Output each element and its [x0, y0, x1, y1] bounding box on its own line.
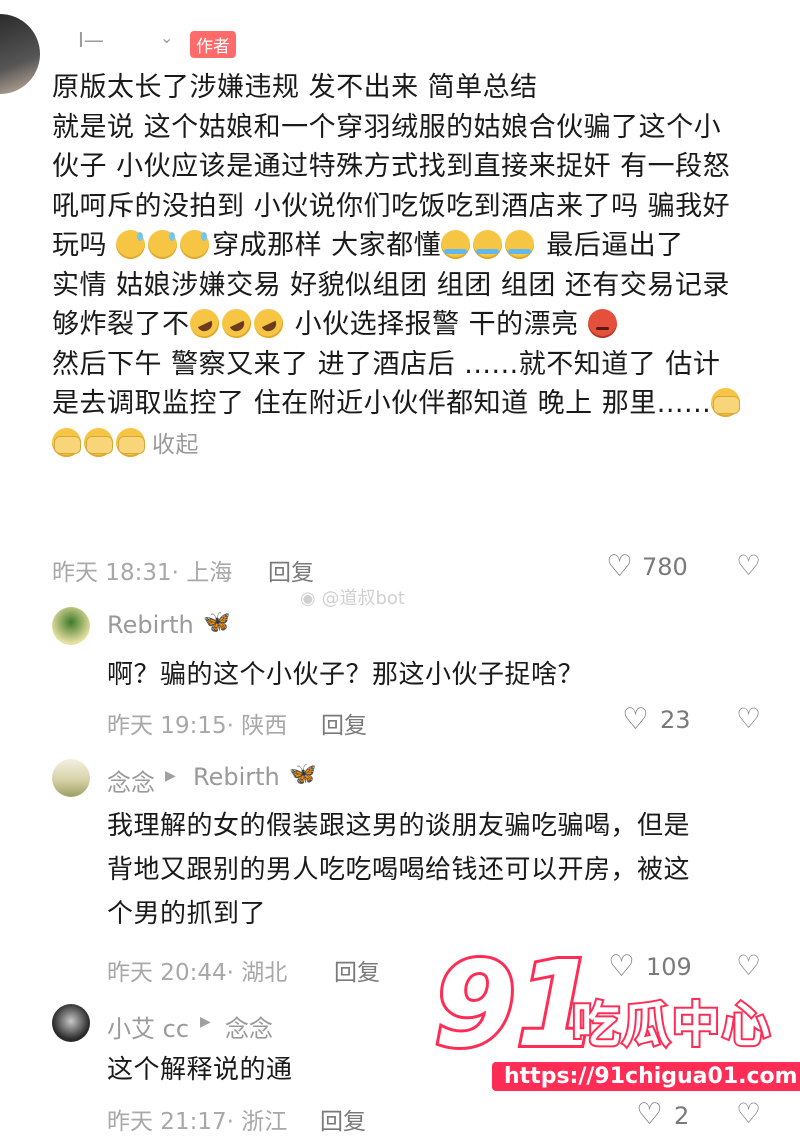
tears-of-joy-emoji-icon [505, 230, 535, 259]
site-logo-watermark: 91 吃瓜中心 https://91chigua01.com [431, 941, 800, 1100]
sweat-smile-emoji-icon [180, 230, 210, 259]
weibo-watermark: ◉ @道叔bot [300, 584, 405, 610]
reply-line: 个男的抓到了 [107, 899, 267, 929]
heart-icon[interactable]: ♡ [622, 702, 649, 737]
comment-line: 原版太长了涉嫌违规 发不出来 简单总结 [52, 72, 538, 103]
reply-line: 啊？骗的这个小伙子？那这小伙子捉啥？ [107, 660, 585, 690]
comment-text: 够炸裂了不 [52, 309, 190, 340]
comment-text: 玩吗 [52, 230, 117, 261]
reply-username[interactable]: 小艾 cc [107, 1009, 189, 1044]
comment-line: 是去调取监控了 住在附近小伙伴都知道 晚上 那里...... [52, 384, 782, 424]
reply-body: 这个解释说的通 [107, 1048, 293, 1092]
tears-of-joy-emoji-icon [473, 230, 503, 259]
comment-line: 够炸裂了不 小伙选择报警 干的漂亮 [52, 304, 782, 345]
face-with-hands-emoji-icon [52, 427, 81, 457]
avatar[interactable] [52, 759, 90, 797]
broken-heart-icon[interactable]: ♡ [736, 702, 761, 735]
reply-time-location: 昨天 20:44· 湖北 [107, 960, 288, 986]
reply-username[interactable]: 念念 [107, 763, 155, 798]
author-badge: 作者 [190, 31, 236, 58]
rofl-emoji-icon [184, 304, 224, 343]
broken-heart-icon[interactable]: ♡ [736, 1097, 761, 1130]
reply-line: 背地又跟别的男人吃吃喝喝给钱还可以开房，被这 [107, 855, 691, 885]
comment-line: 实情 姑娘涉嫌交易 好貌似组团 组团 组团 还有交易记录 [52, 269, 730, 301]
reply-button[interactable]: 回复 [320, 1102, 366, 1136]
author-avatar[interactable] [0, 14, 40, 94]
comment-body: 原版太长了涉嫌违规 发不出来 简单总结 就是说 这个姑娘和一个穿羽绒服的姑娘合伙… [52, 68, 782, 465]
like-count: 2 [674, 1102, 690, 1130]
sweat-smile-emoji-icon [116, 230, 146, 259]
heart-icon[interactable]: ♡ [636, 1097, 663, 1132]
reply-line: 这个解释说的通 [107, 1055, 293, 1085]
reply-button[interactable]: 回复 [334, 953, 380, 987]
author-username[interactable]: I— [78, 28, 104, 52]
reply-to-username[interactable]: 念念 [225, 1009, 273, 1044]
watermark-text: @道叔bot [321, 588, 405, 609]
reply-to-arrow-icon: ▶ [165, 768, 176, 784]
reply-to-username[interactable]: Rebirth [193, 763, 280, 791]
chevron-down-icon[interactable]: ⌄ [160, 28, 173, 47]
comment-text: 最后逼出了 [537, 230, 684, 261]
comment-line: 然后下午 警察又来了 进了酒店后 ......就不知道了 估计 [52, 348, 721, 380]
reply-username[interactable]: Rebirth [107, 611, 194, 639]
comment-line: 就是说 这个姑娘和一个穿羽绒服的姑娘合伙骗了这个小 [52, 111, 722, 143]
weibo-logo-icon: ◉ [300, 588, 316, 609]
angry-emoji-icon [587, 309, 617, 338]
comment-text: 小伙选择报警 干的漂亮 [285, 309, 588, 340]
like-count: 780 [642, 553, 688, 581]
rofl-emoji-icon [248, 304, 288, 343]
comment-text: 是去调取监控了 住在附近小伙伴都知道 晚上 那里...... [52, 388, 712, 419]
tears-of-joy-emoji-icon [441, 230, 471, 259]
broken-heart-icon[interactable]: ♡ [736, 549, 761, 582]
butterfly-icon: 🦋 [289, 762, 317, 787]
avatar[interactable] [52, 1004, 90, 1042]
collapse-link[interactable]: 收起 [152, 432, 199, 458]
avatar[interactable] [52, 607, 90, 645]
reply-line: 我理解的女的假装跟这男的谈朋友骗吃骗喝，但是 [107, 811, 691, 841]
face-with-hands-emoji-icon [116, 427, 145, 457]
reply-button[interactable]: 回复 [321, 706, 367, 740]
reply-time-location: 昨天 21:17· 浙江 [107, 1109, 288, 1135]
comment-line: 玩吗 穿成那样 大家都懂 最后逼出了 [52, 226, 782, 266]
face-with-hands-emoji-icon [84, 427, 113, 457]
reply-time-location: 昨天 19:15· 陕西 [107, 713, 288, 739]
butterfly-icon: 🦋 [203, 610, 231, 635]
comment-line: 收起 [52, 424, 782, 466]
comment-line: 吼呵斥的没拍到 小伙说你们吃饭吃到酒店来了吗 骗我好 [52, 190, 731, 222]
logo-text: 吃瓜中心 [570, 996, 773, 1054]
reply-body: 我理解的女的假装跟这男的谈朋友骗吃骗喝，但是 背地又跟别的男人吃吃喝喝给钱还可以… [107, 804, 690, 936]
comment-text: 穿成那样 大家都懂 [212, 230, 442, 261]
reply-button[interactable]: 回复 [268, 553, 314, 587]
face-with-hands-emoji-icon [711, 388, 741, 417]
reply-to-arrow-icon: ▶ [200, 1014, 211, 1030]
comment-time-location: 昨天 18:31· 上海 [52, 560, 233, 586]
sweat-smile-emoji-icon [148, 230, 178, 259]
comment-line: 伙子 小伙应该是通过特殊方式找到直接来捉奸 有一段怒 [52, 151, 731, 182]
logo-url: https://91chigua01.com [492, 1062, 800, 1091]
reply-body: 啊？骗的这个小伙子？那这小伙子捉啥？ [107, 653, 584, 697]
like-count: 23 [660, 706, 691, 734]
rofl-emoji-icon [216, 304, 256, 343]
heart-icon[interactable]: ♡ [606, 549, 633, 584]
